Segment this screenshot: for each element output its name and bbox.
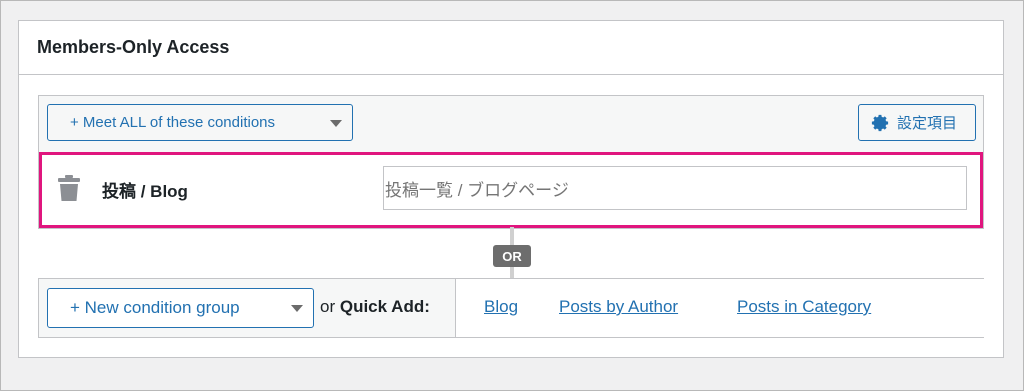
quick-add-link-posts-by-author[interactable]: Posts by Author	[559, 297, 678, 317]
quick-add-prefix: or	[320, 297, 340, 316]
add-condition-bar: + New condition group or Quick Add: Blog…	[38, 278, 984, 338]
condition-rule-row: 投稿 / Blog 投稿一覧 / ブログページ	[39, 152, 983, 228]
quick-add-title: Quick Add:	[339, 297, 430, 316]
settings-button-label: 設定項目	[897, 115, 958, 132]
quick-add-label: or Quick Add:	[320, 297, 430, 317]
quick-add-link-posts-in-category[interactable]: Posts in Category	[737, 297, 871, 317]
rule-value-field[interactable]: 投稿一覧 / ブログページ	[383, 166, 967, 210]
settings-button[interactable]: 設定項目	[858, 104, 976, 141]
new-condition-group-label: + New condition group	[70, 298, 240, 317]
members-only-access-panel: Members-Only Access + Meet ALL of these …	[18, 20, 1004, 358]
gear-icon	[871, 114, 889, 131]
quick-add-link-blog[interactable]: Blog	[484, 297, 518, 317]
chevron-down-icon	[330, 119, 342, 127]
panel-header: Members-Only Access	[19, 21, 1003, 75]
chevron-down-icon	[291, 305, 303, 312]
rule-label: 投稿 / Blog	[102, 182, 188, 201]
new-condition-group-dropdown[interactable]: + New condition group	[47, 288, 314, 328]
meet-conditions-label: + Meet ALL of these conditions	[70, 114, 275, 131]
rule-value-text: 投稿一覧 / ブログページ	[385, 180, 569, 200]
panel-title: Members-Only Access	[37, 37, 230, 57]
trash-icon[interactable]	[58, 175, 80, 201]
condition-group: + Meet ALL of these conditions 設定項目 投稿 /…	[38, 95, 984, 229]
quick-add-links: Blog Posts by Author Posts in Category	[455, 279, 984, 337]
or-badge: OR	[493, 245, 531, 267]
meet-conditions-dropdown[interactable]: + Meet ALL of these conditions	[47, 104, 353, 141]
